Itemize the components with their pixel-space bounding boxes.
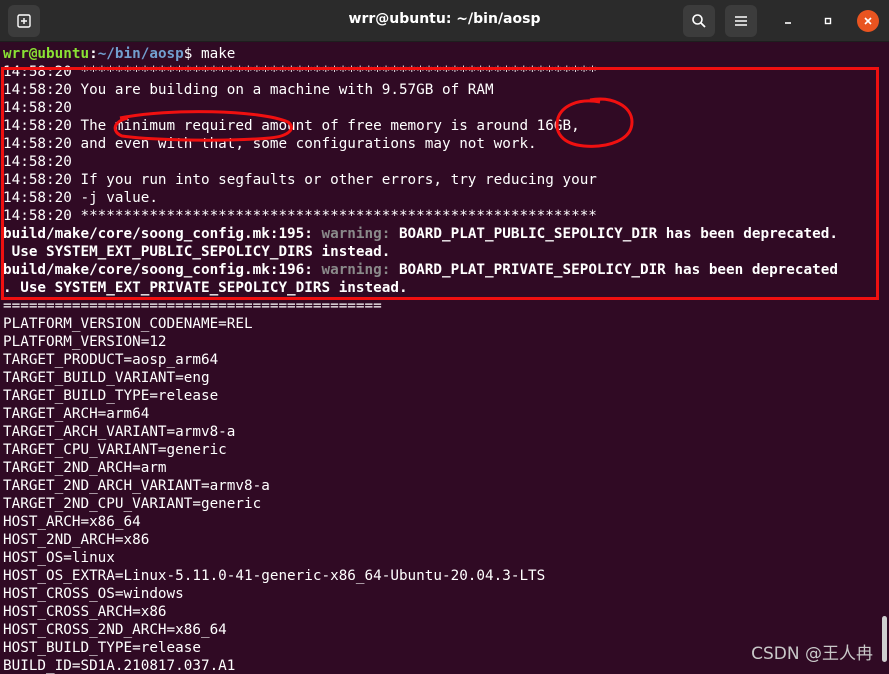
- warning-message: BOARD_PLAT_PRIVATE_SEPOLICY_DIR has been…: [398, 262, 838, 278]
- log-line: 14:58:20 If you run into segfaults or ot…: [3, 172, 597, 188]
- log-line: 14:58:20 *******************************…: [3, 208, 597, 224]
- config-line: HOST_CROSS_2ND_ARCH=x86_64: [3, 622, 227, 638]
- minimize-button[interactable]: [777, 10, 799, 32]
- watermark: CSDN @王人冉: [751, 644, 873, 664]
- deprecation-continuation: Use SYSTEM_EXT_PUBLIC_SEPOLICY_DIRS inst…: [3, 244, 391, 260]
- log-line: 14:58:20 The minimum required amount of …: [3, 118, 580, 134]
- terminal-output[interactable]: wrr@ubuntu:~/bin/aosp$ make 14:58:20 ***…: [0, 42, 880, 674]
- title-bar: wrr@ubuntu: ~/bin/aosp: [0, 0, 889, 42]
- minimize-icon: [785, 22, 791, 24]
- config-line: HOST_OS=linux: [3, 550, 115, 566]
- log-line: 14:58:20 *******************************…: [3, 64, 597, 80]
- config-line: BUILD_ID=SD1A.210817.037.A1: [3, 658, 236, 674]
- log-line: 14:58:20 and even with that, some config…: [3, 136, 537, 152]
- config-line: TARGET_2ND_CPU_VARIANT=generic: [3, 496, 262, 512]
- config-line: PLATFORM_VERSION_CODENAME=REL: [3, 316, 253, 332]
- config-line: TARGET_2ND_ARCH_VARIANT=armv8-a: [3, 478, 270, 494]
- warning-file: build/make/core/soong_config.mk:196:: [3, 262, 322, 278]
- prompt-command: make: [200, 46, 236, 62]
- scrollbar-thumb[interactable]: [882, 616, 887, 662]
- config-line: HOST_ARCH=x86_64: [3, 514, 141, 530]
- log-line: 14:58:20 You are building on a machine w…: [3, 82, 494, 98]
- config-line: HOST_CROSS_ARCH=x86: [3, 604, 167, 620]
- config-line: HOST_OS_EXTRA=Linux-5.11.0-41-generic-x8…: [3, 568, 546, 584]
- close-icon: [864, 17, 872, 25]
- config-line: TARGET_BUILD_TYPE=release: [3, 388, 219, 404]
- warning-label: warning:: [321, 226, 399, 242]
- prompt-path: ~/bin/aosp: [97, 46, 184, 62]
- warning-message: BOARD_PLAT_PUBLIC_SEPOLICY_DIR has been …: [398, 226, 838, 242]
- prompt-symbol: $: [183, 46, 201, 62]
- log-line: 14:58:20 -j value.: [3, 190, 158, 206]
- prompt-user: wrr@ubuntu: [3, 46, 90, 62]
- log-line: 14:58:20: [3, 100, 72, 116]
- terminal-scrollbar[interactable]: [880, 42, 889, 674]
- deprecation-warning: build/make/core/soong_config.mk:196: war…: [3, 261, 838, 279]
- config-line: TARGET_2ND_ARCH=arm: [3, 460, 167, 476]
- config-line: TARGET_BUILD_VARIANT=eng: [3, 370, 210, 386]
- config-line: HOST_BUILD_TYPE=release: [3, 640, 201, 656]
- close-button[interactable]: [857, 10, 879, 32]
- maximize-icon: [824, 17, 832, 25]
- warning-label: warning:: [321, 262, 399, 278]
- prompt-separator: :: [89, 46, 98, 62]
- deprecation-continuation: . Use SYSTEM_EXT_PRIVATE_SEPOLICY_DIRS i…: [3, 280, 408, 296]
- warning-file: build/make/core/soong_config.mk:195:: [3, 226, 322, 242]
- deprecation-warning: build/make/core/soong_config.mk:195: war…: [3, 225, 838, 243]
- config-line: TARGET_PRODUCT=aosp_arm64: [3, 352, 219, 368]
- search-button[interactable]: [683, 5, 715, 37]
- search-icon: [692, 14, 706, 28]
- config-line: PLATFORM_VERSION=12: [3, 334, 167, 350]
- separator-line: ========================================…: [3, 298, 382, 314]
- config-line: TARGET_CPU_VARIANT=generic: [3, 442, 227, 458]
- log-line: 14:58:20: [3, 154, 72, 170]
- prompt-line: wrr@ubuntu:~/bin/aosp$ make: [3, 45, 235, 63]
- config-line: HOST_CROSS_OS=windows: [3, 586, 184, 602]
- menu-button[interactable]: [725, 5, 757, 37]
- maximize-button[interactable]: [817, 10, 839, 32]
- config-line: TARGET_ARCH=arm64: [3, 406, 150, 422]
- config-line: HOST_2ND_ARCH=x86: [3, 532, 150, 548]
- hamburger-menu-icon: [735, 16, 747, 26]
- config-line: TARGET_ARCH_VARIANT=armv8-a: [3, 424, 236, 440]
